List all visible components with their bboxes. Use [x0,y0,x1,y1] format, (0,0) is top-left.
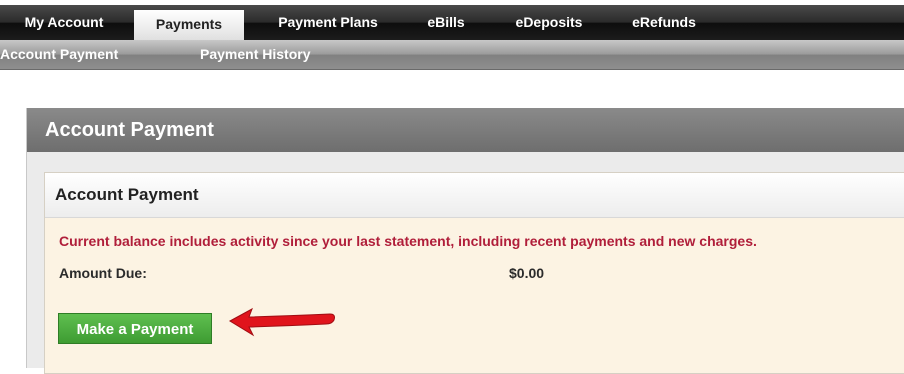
sub-nav: Account Payment Payment History [0,40,904,70]
make-payment-button[interactable]: Make a Payment [58,313,212,344]
tab-my-account[interactable]: My Account [0,5,128,40]
panel-title: Account Payment [45,173,904,218]
balance-notice: Current balance includes activity since … [59,233,757,249]
amount-due-value: $0.00 [509,265,545,281]
amount-due-label: Amount Due: [59,265,147,281]
tab-ebills[interactable]: eBills [413,5,479,40]
tab-payment-plans[interactable]: Payment Plans [256,5,400,40]
arrow-pointing-left-icon [228,307,335,337]
page-title: Account Payment [27,108,904,152]
tab-edeposits[interactable]: eDeposits [494,5,604,40]
subnav-item-account-payment[interactable]: Account Payment [0,40,118,69]
tab-payments[interactable]: Payments [134,10,244,40]
tab-erefunds[interactable]: eRefunds [614,5,714,40]
main-nav: My Account Payments Payment Plans eBills… [0,5,904,40]
subnav-item-payment-history[interactable]: Payment History [200,40,310,69]
